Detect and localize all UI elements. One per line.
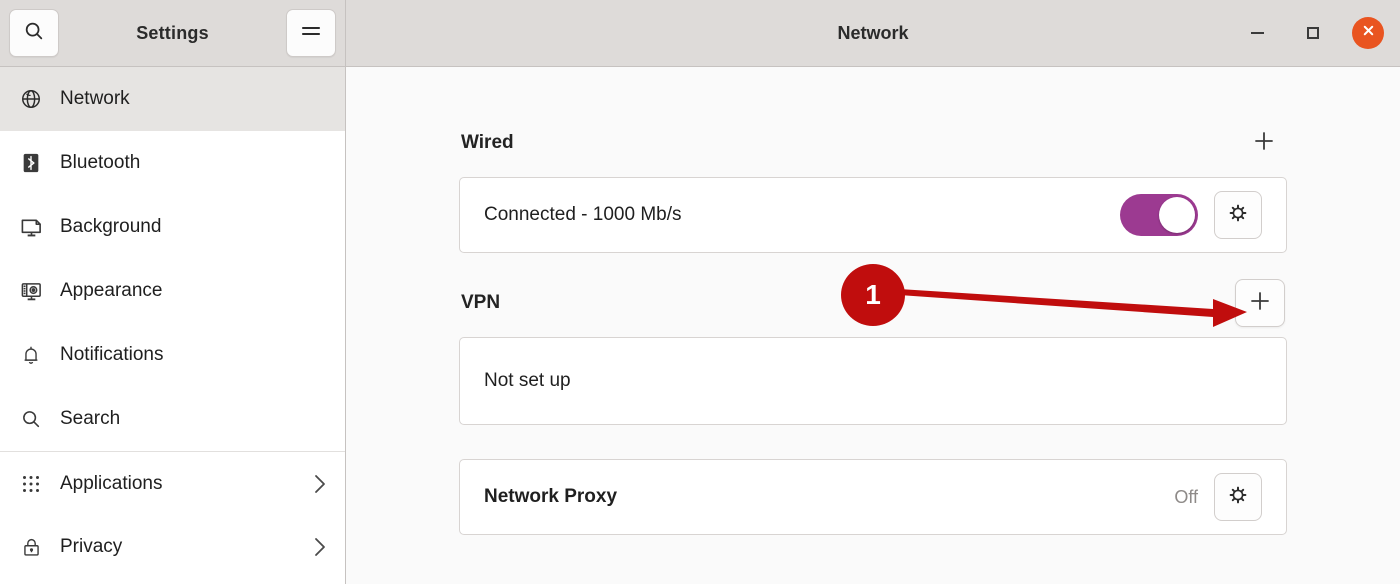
sidebar-item-network[interactable]: Network: [0, 67, 345, 131]
network-proxy-row[interactable]: Network Proxy Off: [459, 459, 1287, 535]
wired-settings-button[interactable]: [1214, 191, 1262, 239]
window-controls: [1240, 0, 1384, 66]
minimize-button[interactable]: [1240, 16, 1274, 50]
settings-sidebar: Network Bluetooth Background Appearance …: [0, 67, 346, 584]
sidebar-item-label: Bluetooth: [60, 152, 141, 173]
gear-icon: [1226, 483, 1250, 512]
chevron-right-icon: [313, 536, 327, 558]
add-vpn-button[interactable]: [1235, 279, 1285, 327]
minimize-icon: [1250, 32, 1264, 34]
vpn-section-header: VPN: [459, 279, 1287, 327]
network-proxy-settings-button[interactable]: [1214, 473, 1262, 521]
wired-connection-row[interactable]: Connected - 1000 Mb/s: [459, 177, 1287, 253]
sidebar-item-label: Background: [60, 216, 162, 237]
sidebar-header: Settings: [0, 0, 346, 66]
sidebar-item-notifications[interactable]: Notifications: [0, 323, 345, 387]
vpn-title: VPN: [461, 292, 501, 313]
search-icon: [18, 406, 44, 432]
app-title: Settings: [136, 22, 209, 43]
plus-icon: [1249, 290, 1271, 317]
gear-icon: [1226, 201, 1250, 230]
plus-icon: [1253, 130, 1275, 157]
title-bar: Settings Network: [0, 0, 1400, 67]
grid-dots-icon: [18, 471, 44, 497]
bell-icon: [18, 342, 44, 368]
network-proxy-controls: Off: [1174, 473, 1262, 521]
sidebar-item-label: Search: [60, 408, 121, 429]
sidebar-item-label: Network: [60, 88, 130, 109]
window-header: Network: [346, 0, 1400, 66]
network-settings-panel: Wired Connected - 1000 Mb/s VPN Not set …: [346, 67, 1400, 584]
lock-icon: [18, 534, 44, 560]
sidebar-item-bluetooth[interactable]: Bluetooth: [0, 131, 345, 195]
bluetooth-icon: [18, 150, 44, 176]
close-icon: [1361, 23, 1376, 43]
sidebar-item-applications[interactable]: Applications: [0, 451, 345, 515]
network-proxy-state: Off: [1174, 486, 1198, 507]
add-wired-button[interactable]: [1243, 124, 1285, 162]
network-proxy-label: Network Proxy: [484, 486, 618, 507]
window-body: Network Bluetooth Background Appearance …: [0, 67, 1400, 584]
sidebar-item-label: Privacy: [60, 536, 123, 557]
sidebar-item-appearance[interactable]: Appearance: [0, 259, 345, 323]
wired-toggle[interactable]: [1120, 194, 1198, 236]
wired-controls: [1120, 191, 1262, 239]
vpn-status-row: Not set up: [459, 337, 1287, 425]
chevron-right-icon: [313, 473, 327, 495]
toggle-knob: [1159, 197, 1195, 233]
hamburger-menu-icon: [300, 23, 322, 44]
sidebar-item-search[interactable]: Search: [0, 387, 345, 451]
sidebar-item-privacy[interactable]: Privacy: [0, 515, 345, 579]
main-menu-button[interactable]: [286, 9, 336, 57]
globe-icon: [18, 86, 44, 112]
wired-title: Wired: [461, 132, 514, 153]
sidebar-item-label: Notifications: [60, 344, 164, 365]
search-button[interactable]: [9, 9, 59, 57]
maximize-icon: [1307, 27, 1319, 39]
settings-window: Settings Network Network Bluetooth Backg…: [0, 0, 1400, 584]
sidebar-item-background[interactable]: Background: [0, 195, 345, 259]
appearance-icon: [18, 278, 44, 304]
sidebar-item-label: Applications: [60, 472, 163, 494]
vpn-status-label: Not set up: [484, 370, 571, 391]
maximize-button[interactable]: [1296, 16, 1330, 50]
sidebar-item-label: Appearance: [60, 280, 163, 301]
close-button[interactable]: [1352, 17, 1384, 49]
search-icon: [23, 20, 45, 47]
wired-section-header: Wired: [459, 123, 1287, 163]
monitor-icon: [18, 214, 44, 240]
wired-status-label: Connected - 1000 Mb/s: [484, 204, 682, 225]
